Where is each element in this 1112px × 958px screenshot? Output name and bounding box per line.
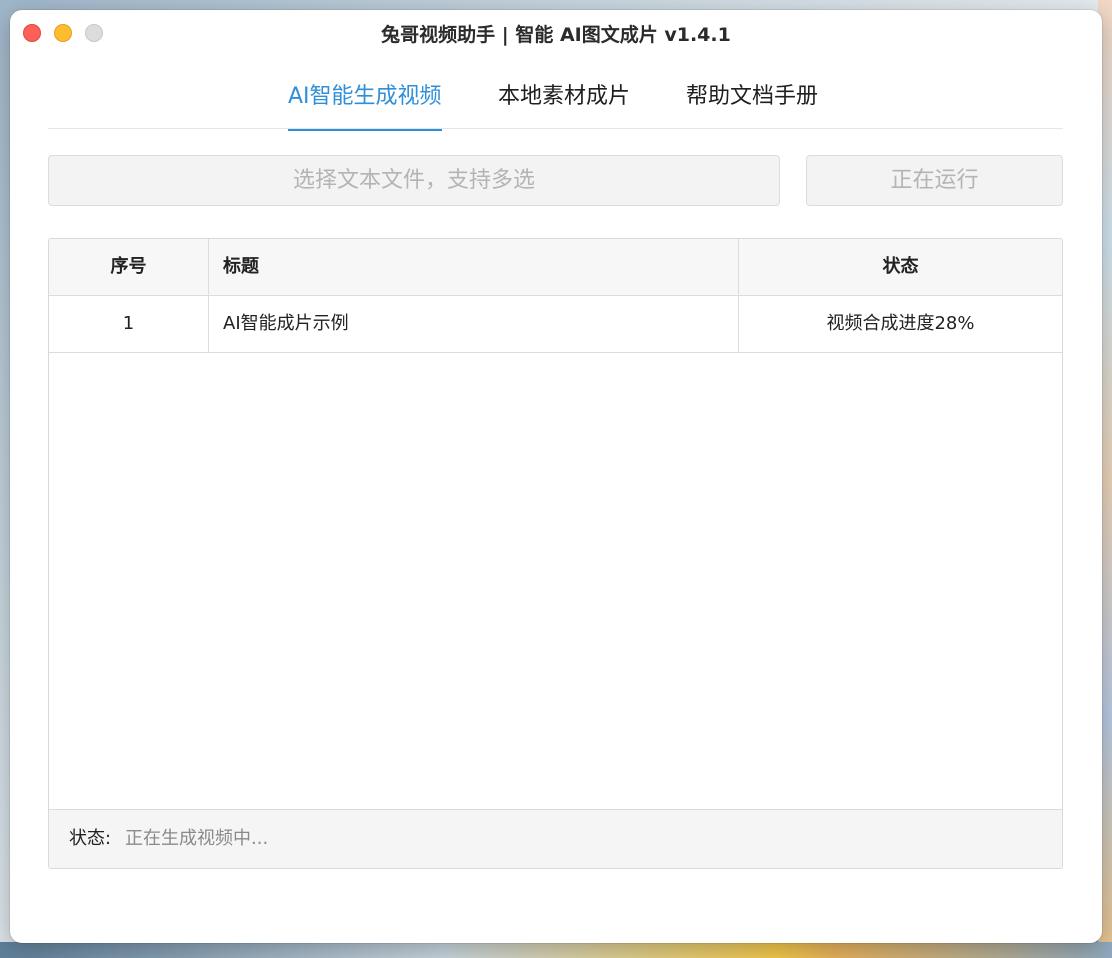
select-text-files-button[interactable]: 选择文本文件，支持多选: [48, 155, 780, 206]
column-header-title[interactable]: 标题: [209, 239, 739, 295]
column-header-index[interactable]: 序号: [49, 239, 209, 295]
tab-divider: [48, 128, 1063, 129]
run-status-button[interactable]: 正在运行: [806, 155, 1063, 206]
desktop-wallpaper-bottom: [0, 942, 1112, 958]
table-header: 序号 标题 状态: [49, 239, 1062, 296]
row-index-cell: 1: [49, 296, 209, 352]
status-value: 正在生成视频中...: [125, 828, 269, 849]
column-header-status[interactable]: 状态: [739, 239, 1062, 295]
tab-local-material[interactable]: 本地素材成片: [498, 78, 630, 110]
status-label: 状态:: [69, 828, 112, 849]
tab-bar: AI智能生成视频 本地素材成片 帮助文档手册: [10, 70, 1102, 131]
table-row[interactable]: 1 AI智能成片示例 视频合成进度28%: [49, 296, 1062, 353]
window-title: 兔哥视频助手 | 智能 AI图文成片 v1.4.1: [381, 24, 731, 46]
tab-help-docs[interactable]: 帮助文档手册: [686, 78, 818, 110]
row-title-cell: AI智能成片示例: [209, 296, 739, 352]
row-status-cell: 视频合成进度28%: [826, 313, 975, 334]
task-table: 序号 标题 状态 1 AI智能成片示例 视频合成进度28% 状态: 正在生成视频…: [48, 238, 1063, 869]
title-bar[interactable]: 兔哥视频助手 | 智能 AI图文成片 v1.4.1: [10, 10, 1102, 56]
app-window: 兔哥视频助手 | 智能 AI图文成片 v1.4.1 AI智能生成视频 本地素材成…: [10, 10, 1102, 943]
status-bar: 状态: 正在生成视频中...: [49, 809, 1062, 868]
tab-ai-generate-video[interactable]: AI智能生成视频: [288, 78, 442, 131]
